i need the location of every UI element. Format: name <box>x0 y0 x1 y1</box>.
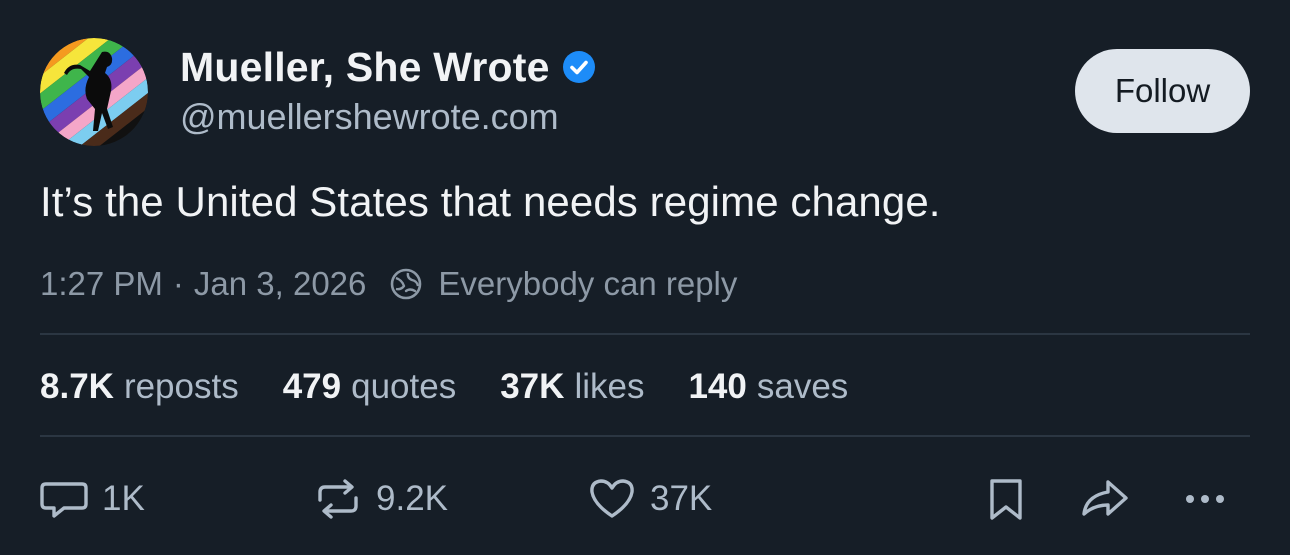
stat-value: 37K <box>500 367 565 406</box>
avatar[interactable] <box>40 38 148 146</box>
bookmark-button[interactable] <box>982 474 1030 524</box>
stat-label: likes <box>574 367 645 406</box>
post-time: 1:27 PM <box>40 265 163 302</box>
post-meta: 1:27 PM · Jan 3, 2026 Everybody can repl… <box>40 262 737 306</box>
stat-saves[interactable]: 140 saves <box>688 367 848 407</box>
stat-likes[interactable]: 37K likes <box>500 367 644 407</box>
bookmark-icon <box>990 479 1022 520</box>
stat-label: reposts <box>123 367 239 406</box>
stat-reposts[interactable]: 8.7K reposts <box>40 367 239 407</box>
share-icon <box>1082 480 1128 516</box>
divider <box>40 435 1250 437</box>
post-date: Jan 3, 2026 <box>193 265 367 302</box>
reply-count: 1K <box>102 479 145 518</box>
verified-badge-icon[interactable] <box>562 50 596 84</box>
more-button[interactable] <box>1180 474 1236 524</box>
author-handle[interactable]: @muellershewrote.com <box>180 96 559 138</box>
like-count: 37K <box>650 479 713 518</box>
repost-icon <box>318 479 358 519</box>
reply-icon <box>40 482 88 518</box>
author-name-row: Mueller, She Wrote <box>180 42 596 92</box>
engagement-stats: 8.7K reposts 479 quotes 37K likes 140 sa… <box>40 364 892 410</box>
reply-setting[interactable]: Everybody can reply <box>438 265 737 303</box>
reply-button[interactable]: 1K <box>38 474 145 524</box>
avatar-image <box>40 38 148 146</box>
repost-count: 9.2K <box>376 479 448 518</box>
repost-button[interactable]: 9.2K <box>312 474 448 524</box>
more-icon <box>1186 495 1224 503</box>
stat-value: 479 <box>282 367 342 406</box>
share-button[interactable] <box>1078 474 1134 524</box>
follow-button[interactable]: Follow <box>1075 49 1250 133</box>
heart-icon <box>590 479 634 518</box>
globe-icon <box>388 266 424 302</box>
stat-value: 8.7K <box>40 367 114 406</box>
divider <box>40 333 1250 335</box>
stat-quotes[interactable]: 479 quotes <box>283 367 457 407</box>
author-display-name[interactable]: Mueller, She Wrote <box>180 44 550 91</box>
stat-label: quotes <box>351 367 457 406</box>
stat-label: saves <box>756 367 849 406</box>
meta-separator: · <box>172 265 184 302</box>
post-text: It’s the United States that needs regime… <box>40 178 941 225</box>
like-button[interactable]: 37K <box>586 474 712 524</box>
stat-value: 140 <box>688 367 747 406</box>
